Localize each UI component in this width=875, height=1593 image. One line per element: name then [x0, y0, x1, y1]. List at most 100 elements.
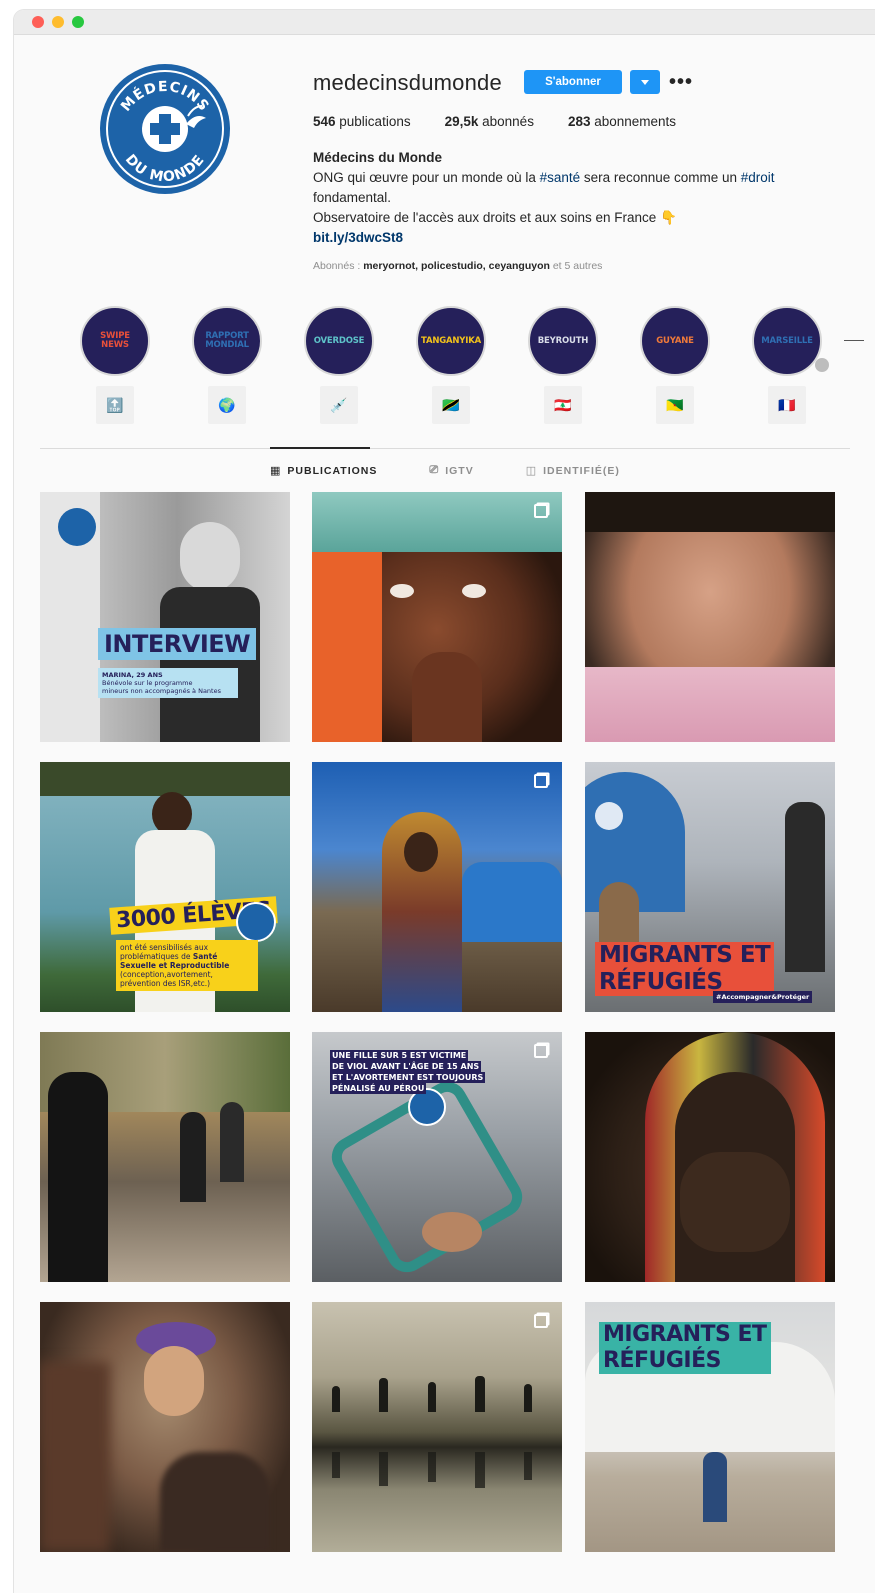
profile-avatar[interactable]: MÉDECINS DU MONDE [100, 64, 230, 194]
medecins-du-monde-badge-icon [595, 802, 623, 830]
title-line: MIGRANTS ET [603, 1322, 767, 1347]
followed-by-names: meryornot, policestudio, ceyanguyon [363, 260, 550, 272]
post-photo-tent [462, 862, 562, 942]
post-thumbnail[interactable] [585, 492, 835, 742]
overlay-line: UNE FILLE SUR 5 EST VICTIME [330, 1050, 469, 1061]
highlight-label: TANGANYIKA [421, 335, 481, 346]
post-thumbnail[interactable]: INTERVIEW MARINA, 29 ANS Bénévole sur le… [40, 492, 290, 742]
svg-text:DU MONDE: DU MONDE [122, 152, 208, 186]
post-thumbnail[interactable]: UNE FILLE SUR 5 EST VICTIME DE VIOL AVAN… [312, 1032, 562, 1282]
following-label: abonnements [590, 114, 677, 129]
chevron-down-icon [641, 79, 649, 85]
post-thumbnail[interactable] [40, 1032, 290, 1282]
overlay-line: PÉNALISÉ AU PÉROU [330, 1083, 427, 1094]
title-line: MIGRANTS ET [599, 942, 771, 968]
tab-igtv[interactable]: ⎚ IGTV [429, 464, 473, 477]
medecins-du-monde-badge-icon [58, 508, 96, 546]
post-photo-person-head [180, 522, 240, 592]
post-thumbnail[interactable] [40, 1302, 290, 1552]
post-photo-reflection [332, 1452, 532, 1492]
browser-window: MÉDECINS DU MONDE medecinsdumonde S'abon… [14, 10, 875, 1593]
post-thumbnail[interactable] [312, 1302, 562, 1552]
story-highlight[interactable]: OVERDOSE 💉 [304, 306, 374, 424]
grid-icon: ▦ [270, 465, 282, 477]
profile-header: MÉDECINS DU MONDE medecinsdumonde S'abon… [14, 34, 875, 284]
post-photo-runner [180, 1112, 206, 1202]
story-highlight[interactable]: GUYANE 🇬🇫 [640, 306, 710, 424]
highlight-emoji-icon: 🔝 [96, 386, 134, 424]
minimize-window-button[interactable] [52, 16, 64, 28]
medecins-du-monde-logo-icon: MÉDECINS DU MONDE [118, 79, 211, 186]
highlight-label: MARSEILLE [761, 335, 813, 346]
post-overlay-text: UNE FILLE SUR 5 EST VICTIME DE VIOL AVAN… [330, 1050, 486, 1094]
suggestions-dropdown-button[interactable] [630, 70, 660, 94]
tab-label: IDENTIFIÉ(E) [543, 464, 620, 477]
highlight-cover: OVERDOSE [304, 306, 374, 376]
post-photo-face [144, 1346, 204, 1416]
highlight-emoji-icon: 🇹🇿 [432, 386, 470, 424]
tab-label: PUBLICATIONS [287, 464, 378, 477]
post-photo-person [785, 802, 825, 972]
maximize-window-button[interactable] [72, 16, 84, 28]
post-photo-headscarf [312, 492, 562, 552]
post-thumbnail[interactable]: MIGRANTS ET RÉFUGIÉS [585, 1302, 835, 1552]
post-overlay-hashtag: #Accompagner&Protéger [713, 991, 813, 1003]
highlight-label: BEYROUTH [537, 335, 589, 346]
post-photo-hands [680, 1152, 790, 1252]
title-line: RÉFUGIÉS [603, 1348, 721, 1373]
post-overlay-caption: MARINA, 29 ANS Bénévole sur le programme… [98, 668, 238, 698]
hashtag-link[interactable]: #droit [741, 170, 775, 185]
followers-label: abonnés [478, 114, 534, 129]
following-count: 283 [567, 114, 591, 129]
post-photo-hand [412, 652, 482, 742]
post-thumbnail[interactable]: MIGRANTS ET RÉFUGIÉS #Accompagner&Protég… [585, 762, 835, 1012]
story-highlight[interactable]: TANGANYIKA 🇹🇿 [416, 306, 486, 424]
hashtag-link[interactable]: #santé [540, 170, 581, 185]
followed-by-prefix: Abonnés : [313, 260, 364, 272]
post-photo-hair [585, 492, 835, 532]
highlight-label: RAPPORT MONDIAL [205, 331, 249, 350]
caption-line: Bénévole sur le programme [102, 679, 193, 687]
posts-label: publications [335, 114, 411, 129]
logo-bottom-text: DU MONDE [122, 152, 207, 186]
post-overlay-title: MIGRANTS ET RÉFUGIÉS [595, 942, 775, 996]
medecins-du-monde-badge-icon [236, 902, 276, 942]
post-photo-eye [462, 584, 486, 598]
followers-stat[interactable]: 29,5k abonnés [445, 114, 534, 129]
caption-line: (conception,avortement, [120, 970, 213, 979]
tab-publications[interactable]: ▦ PUBLICATIONS [270, 464, 378, 478]
bio-line-3: Observatoire de l'accès aux droits et au… [313, 210, 677, 225]
tabs-divider [40, 448, 850, 449]
tagged-icon: ◫ [525, 465, 538, 477]
profile-tabs: ▦ PUBLICATIONS ⎚ IGTV ◫ IDENTIFIÉ(E) [270, 464, 672, 477]
bio-website-link[interactable]: bit.ly/3dwcSt8 [313, 228, 833, 248]
highlight-cover: SWIPE NEWS [80, 306, 150, 376]
post-thumbnail[interactable] [585, 1032, 835, 1282]
caption-line: mineurs non accompagnés à Nantes [102, 687, 221, 695]
post-photo-shirt [585, 667, 835, 742]
overlay-line: DE VIOL AVANT L'ÂGE DE 15 ANS [330, 1061, 482, 1072]
caption-line: prévention des ISR,etc.) [120, 979, 211, 988]
story-highlight[interactable]: SWIPE NEWS 🔝 [80, 306, 150, 424]
story-highlight[interactable]: RAPPORT MONDIAL 🌍 [192, 306, 262, 424]
caption-text: problématiques de [120, 952, 193, 961]
post-thumbnail[interactable] [312, 492, 562, 742]
highlight-cover: RAPPORT MONDIAL [192, 306, 262, 376]
story-highlight[interactable]: BEYROUTH 🇱🇧 [528, 306, 598, 424]
story-highlight[interactable]: MARSEILLE 🇫🇷 [752, 306, 822, 424]
highlight-emoji-icon: 🌍 [208, 386, 246, 424]
highlights-next-arrow-icon[interactable] [844, 340, 864, 341]
close-window-button[interactable] [32, 16, 44, 28]
highlight-emoji-icon: 🇱🇧 [544, 386, 582, 424]
tab-tagged[interactable]: ◫ IDENTIFIÉ(E) [525, 464, 620, 478]
caption-line: ont été sensibilisés aux [120, 943, 209, 952]
highlight-emoji-icon: 💉 [320, 386, 358, 424]
highlight-emoji-icon: 🇫🇷 [768, 386, 806, 424]
post-thumbnail[interactable] [312, 762, 562, 1012]
post-photo-blur-person [160, 1452, 270, 1552]
followed-by-line[interactable]: Abonnés : meryornot, policestudio, ceyan… [313, 260, 602, 272]
post-thumbnail[interactable]: 3000 ÉLÈVES ont été sensibilisés aux pro… [40, 762, 290, 1012]
following-stat[interactable]: 283 abonnements [568, 114, 676, 129]
follow-button[interactable]: S'abonner [524, 70, 622, 94]
more-options-button[interactable]: ••• [668, 70, 694, 94]
